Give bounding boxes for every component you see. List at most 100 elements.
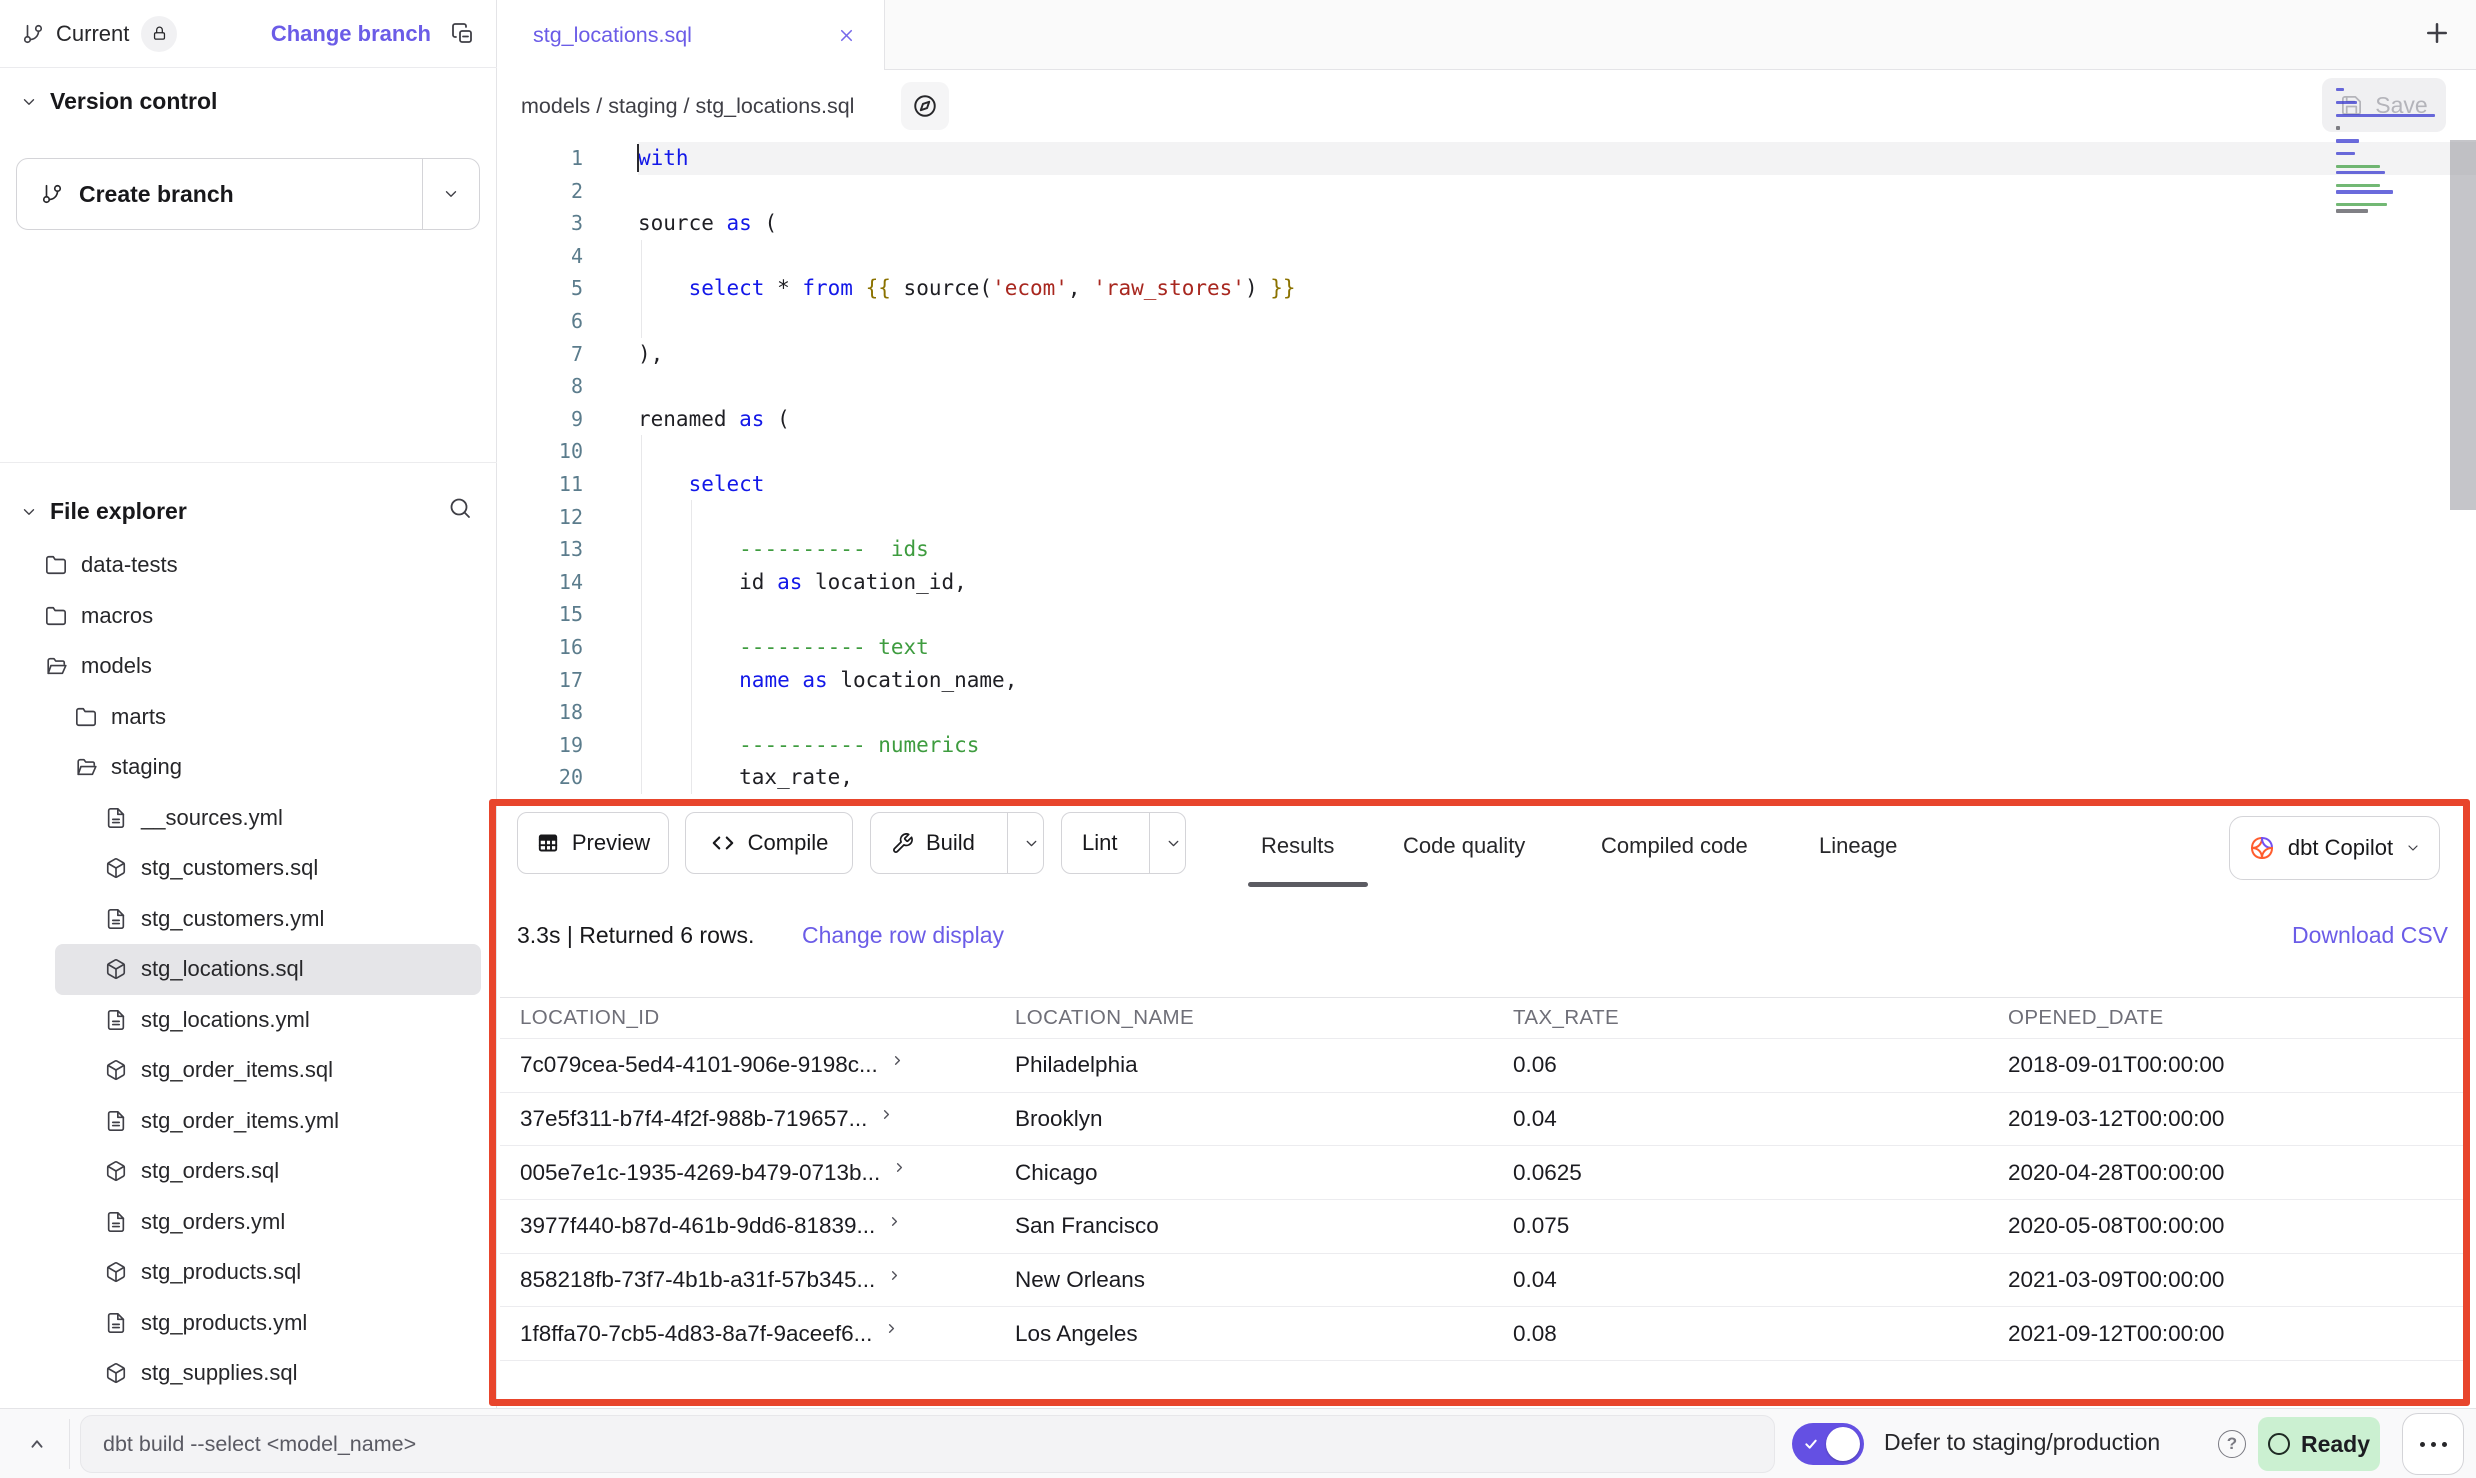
editor-scrollbar[interactable] (2450, 140, 2476, 510)
sidebar: Current Change branch Version control Cr… (0, 0, 497, 1408)
file-item-stg_customers.sql[interactable]: stg_customers.sql (0, 843, 497, 894)
file-item-stg_products.yml[interactable]: stg_products.yml (0, 1298, 497, 1349)
code-line-16: ---------- text (638, 631, 2476, 664)
file-item-label: stg_orders.yml (141, 1209, 285, 1235)
cell-location-name: Philadelphia (1015, 1052, 1513, 1078)
model-icon (105, 857, 127, 879)
file-item-stg_orders.yml[interactable]: stg_orders.yml (0, 1197, 497, 1248)
tab-stg-locations-sql[interactable]: stg_locations.sql (497, 0, 885, 70)
file-item-label: __sources.yml (141, 805, 283, 831)
column-location-name[interactable]: LOCATION_NAME (1015, 1006, 1513, 1030)
file-item-stg_locations.yml[interactable]: stg_locations.yml (0, 995, 497, 1046)
cell-location-name: Los Angeles (1015, 1321, 1513, 1347)
code-editor[interactable]: 1234567891011121314151617181920 withsour… (497, 142, 2476, 802)
help-icon[interactable]: ? (2218, 1430, 2246, 1458)
folder-icon (75, 706, 97, 728)
model-icon (105, 958, 127, 980)
build-button[interactable]: Build (870, 812, 1044, 874)
file-item-stg_customers.yml[interactable]: stg_customers.yml (0, 894, 497, 945)
lint-dropdown[interactable] (1162, 813, 1185, 873)
table-row[interactable]: 1f8ffa70-7cb5-4d83-8a7f-9aceef6...Los An… (500, 1307, 2468, 1361)
create-branch-dropdown[interactable] (423, 185, 479, 203)
compile-button[interactable]: Compile (685, 812, 853, 874)
file-item-stg_orders.sql[interactable]: stg_orders.sql (0, 1146, 497, 1197)
editor-minimap[interactable] (2336, 88, 2442, 216)
build-dropdown[interactable] (1020, 813, 1043, 873)
active-tab-indicator (1248, 882, 1368, 887)
cell-tax-rate: 0.04 (1513, 1106, 2008, 1132)
file-explorer-title: File explorer (50, 498, 187, 525)
folder-icon (45, 605, 67, 627)
file-item-marts[interactable]: marts (0, 692, 497, 743)
preview-button[interactable]: Preview (517, 812, 669, 874)
lint-button[interactable]: Lint (1061, 812, 1186, 874)
table-row[interactable]: 37e5f311-b7f4-4f2f-988b-719657...Brookly… (500, 1093, 2468, 1147)
download-csv-link[interactable]: Download CSV (2292, 922, 2448, 949)
table-row[interactable]: 7c079cea-5ed4-4101-906e-9198c...Philadel… (500, 1039, 2468, 1093)
line-number: 6 (497, 305, 587, 338)
expand-row-icon[interactable] (879, 1107, 894, 1122)
file-item-stg_order_items.sql[interactable]: stg_order_items.sql (0, 1045, 497, 1096)
file-item-stg_products.sql[interactable]: stg_products.sql (0, 1247, 497, 1298)
column-tax-rate[interactable]: TAX_RATE (1513, 1006, 2008, 1030)
indent-guide (641, 435, 642, 794)
file-item-stg_supplies.sql[interactable]: stg_supplies.sql (0, 1348, 497, 1399)
explore-lineage-icon[interactable] (901, 82, 949, 130)
code-line-17: name as location_name, (638, 664, 2476, 697)
file-item-staging[interactable]: staging (0, 742, 497, 793)
search-icon[interactable] (448, 496, 472, 520)
expand-row-icon[interactable] (887, 1268, 902, 1283)
ready-status-badge[interactable]: Ready (2258, 1417, 2380, 1471)
table-row[interactable]: 005e7e1c-1935-4269-b479-0713b...Chicago0… (500, 1146, 2468, 1200)
expand-row-icon[interactable] (887, 1214, 902, 1229)
table-row[interactable]: 3977f440-b87d-461b-9dd6-81839...San Fran… (500, 1200, 2468, 1254)
code-line-8 (638, 370, 2476, 403)
expand-row-icon[interactable] (890, 1053, 905, 1068)
file-item-stg_locations.sql[interactable]: stg_locations.sql (55, 944, 481, 995)
close-icon[interactable] (837, 26, 856, 45)
file-item-data-tests[interactable]: data-tests (0, 540, 497, 591)
defer-toggle[interactable] (1792, 1423, 1864, 1465)
file-item-models[interactable]: models (0, 641, 497, 692)
more-options-button[interactable] (2402, 1413, 2464, 1475)
file-explorer-header[interactable]: File explorer (20, 498, 187, 525)
cell-location-name: San Francisco (1015, 1213, 1513, 1239)
tab-compiled-code[interactable]: Compiled code (1601, 812, 1748, 880)
column-opened-date[interactable]: OPENED_DATE (2008, 1006, 2468, 1030)
expand-row-icon[interactable] (892, 1160, 907, 1175)
tab-results[interactable]: Results (1261, 812, 1334, 880)
change-row-display-link[interactable]: Change row display (802, 922, 1004, 949)
file-item-label: stg_products.sql (141, 1259, 301, 1285)
command-placeholder: dbt build --select <model_name> (103, 1432, 416, 1457)
copy-icon[interactable] (451, 22, 475, 46)
code-line-6 (638, 305, 2476, 338)
line-number: 11 (497, 468, 587, 501)
table-row[interactable]: 858218fb-73f7-4b1b-a31f-57b345...New Orl… (500, 1254, 2468, 1308)
tab-lineage[interactable]: Lineage (1819, 812, 1897, 880)
results-table-body: 7c079cea-5ed4-4101-906e-9198c...Philadel… (500, 1039, 2468, 1361)
line-number: 17 (497, 664, 587, 697)
create-branch-button[interactable]: Create branch (16, 158, 480, 230)
breadcrumb-row: models / staging / stg_locations.sql Sav… (497, 70, 2476, 142)
column-location-id[interactable]: LOCATION_ID (520, 1006, 1015, 1030)
version-control-header[interactable]: Version control (20, 88, 217, 115)
file-item-label: macros (81, 603, 153, 629)
file-item-__sources.yml[interactable]: __sources.yml (0, 793, 497, 844)
file-item-stg_order_items.yml[interactable]: stg_order_items.yml (0, 1096, 497, 1147)
status-circle-icon (2268, 1433, 2290, 1455)
command-input[interactable]: dbt build --select <model_name> (80, 1415, 1775, 1473)
code-line-19: ---------- numerics (638, 729, 2476, 762)
code-line-18 (638, 696, 2476, 729)
expand-row-icon[interactable] (884, 1321, 899, 1336)
code-line-9: renamed as ( (638, 403, 2476, 436)
tab-code-quality[interactable]: Code quality (1403, 812, 1525, 880)
chevron-up-icon[interactable] (26, 1433, 48, 1455)
dbt-copilot-button[interactable]: dbt Copilot (2229, 816, 2440, 880)
code-line-10 (638, 435, 2476, 468)
file-item-macros[interactable]: macros (0, 591, 497, 642)
change-branch-link[interactable]: Change branch (271, 21, 431, 47)
file-item-label: stg_locations.sql (141, 956, 304, 982)
new-tab-button[interactable] (2422, 18, 2452, 48)
folder-icon (45, 554, 67, 576)
line-number: 20 (497, 761, 587, 794)
